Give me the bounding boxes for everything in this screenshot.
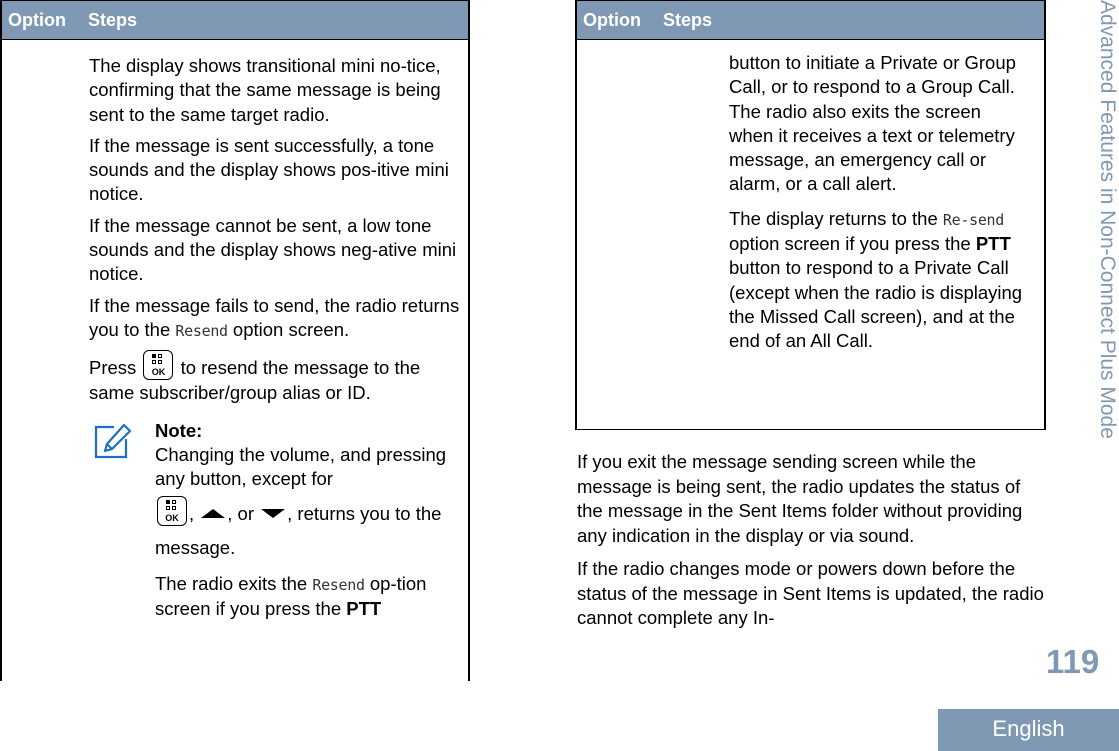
note-pencil-icon — [94, 423, 132, 458]
menu-ok-key-icon: OK — [143, 350, 174, 381]
steps-cell: The display shows transitional mini no-t… — [89, 54, 469, 628]
note-box: Note: Changing the volume, and pressing … — [89, 419, 469, 621]
body-paragraph: If you exit the message sending screen w… — [577, 451, 1023, 546]
text: button to respond to a Private Call (exc… — [729, 257, 1023, 352]
manual-page: Option Steps The display shows transitio… — [0, 0, 1119, 751]
note-title: Note: — [155, 419, 203, 441]
resend-code: Resend — [312, 575, 365, 594]
header-option: Option — [583, 10, 641, 30]
table-header: Option Steps — [2, 1, 468, 40]
note-text: The radio exits the Resend op-tion scree… — [155, 572, 469, 622]
text: The display returns to the — [729, 207, 943, 229]
resend-code: Resend — [175, 321, 228, 340]
chapter-side-title: Advanced Features in Non-Connect Plus Mo… — [1096, 0, 1119, 439]
up-arrow-icon — [201, 508, 226, 518]
language-tab: English — [938, 709, 1119, 751]
text: option screen if you press the — [729, 233, 976, 255]
step-paragraph: If the message cannot be sent, a low ton… — [89, 214, 457, 285]
header-steps: Steps — [88, 10, 138, 30]
ptt-label: PTT — [346, 598, 382, 620]
body-paragraph: If the radio changes mode or powers down… — [577, 558, 1044, 628]
page-number: 119 — [1046, 643, 1100, 680]
note-text: Changing the volume, and pressing any bu… — [155, 444, 447, 490]
note-text: OK, , or , returns you to the message. — [155, 495, 469, 565]
step-paragraph: If the message fails to send, the radio … — [89, 294, 469, 344]
body-text: If you exit the message sending screen w… — [577, 450, 1047, 640]
ptt-label: PTT — [975, 233, 1011, 255]
ok-label: OK — [165, 512, 179, 523]
step-paragraph: The display returns to the Re-send optio… — [729, 207, 1029, 354]
resend-code: Re-send — [942, 210, 1005, 229]
step-paragraph: Press OK to resend the message to the sa… — [89, 350, 469, 405]
text: , or — [227, 502, 260, 524]
text: Press — [89, 357, 142, 379]
step-paragraph: The display shows transitional mini no-t… — [89, 55, 441, 125]
table-header: Option Steps — [577, 1, 1044, 40]
steps-cell: button to initiate a Private or Group Ca… — [729, 51, 1029, 361]
down-arrow-icon — [261, 508, 286, 518]
step-paragraph: button to initiate a Private or Group Ca… — [729, 52, 1016, 195]
menu-ok-key-icon: OK — [157, 495, 187, 526]
steps-table-right: Option Steps button to initiate a Privat… — [575, 0, 1046, 430]
header-steps: Steps — [663, 10, 713, 30]
text: , — [189, 502, 200, 524]
text: The radio exits the — [155, 572, 313, 594]
steps-table-left: Option Steps The display shows transitio… — [0, 0, 470, 681]
ok-label: OK — [151, 367, 166, 378]
text: option screen. — [227, 318, 350, 340]
header-option: Option — [8, 10, 66, 30]
step-paragraph: If the message is sent successfully, a t… — [89, 134, 449, 205]
